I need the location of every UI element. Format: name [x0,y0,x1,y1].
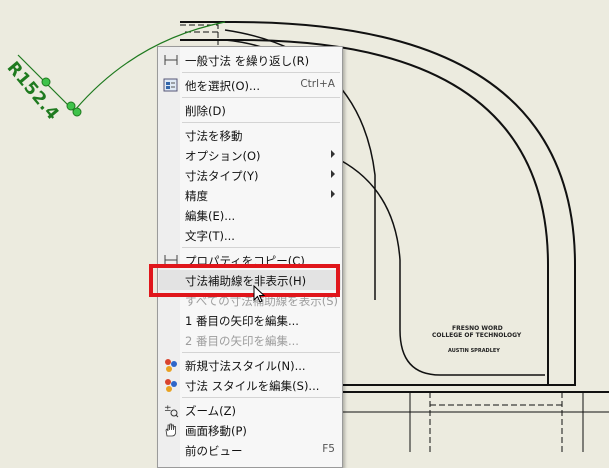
menu-item-delete[interactable]: 削除(D) [159,100,341,120]
menu-item-edit-dimension-style[interactable]: 寸法 スタイルを編集(S)... [159,375,341,395]
select-other-icon [163,77,179,93]
pan-hand-icon [163,422,179,438]
title-block-line3: AUSTIN SPRADLEY [448,348,500,354]
mouse-cursor-icon [253,285,266,303]
menu-item-move-dimension[interactable]: 寸法を移動 [159,125,341,145]
title-block-line2: COLLEGE OF TECHNOLOGY [432,332,522,339]
menu-item-precision[interactable]: 精度 [159,185,341,205]
menu-item-zoom[interactable]: ± ズーム(Z) [159,400,341,420]
menu-item-previous-view[interactable]: 前のビュー F5 [159,440,341,460]
submenu-arrow-icon [331,170,335,178]
title-block-line1: FRESNO WORD [452,325,503,332]
dimension-icon [163,52,179,68]
svg-text:±: ± [164,404,172,414]
menu-item-edit-first-arrow[interactable]: 1 番目の矢印を編集... [159,310,341,330]
submenu-arrow-icon [331,150,335,158]
zoom-icon: ± [163,402,179,418]
menu-item-dimension-type[interactable]: 寸法タイプ(Y) [159,165,341,185]
context-menu: 一般寸法 を繰り返し(R) 他を選択(O)... Ctrl+A 削除(D) 寸法… [157,46,343,468]
annotation-highlight-box [149,264,340,297]
menu-item-pan[interactable]: 画面移動(P) [159,420,341,440]
menu-item-edit[interactable]: 編集(E)... [159,205,341,225]
menu-item-new-dimension-style[interactable]: 新規寸法スタイル(N)... [159,355,341,375]
style-icon [163,377,179,393]
menu-item-edit-second-arrow[interactable]: 2 番目の矢印を編集... [159,330,341,350]
style-icon [163,357,179,373]
menu-item-repeat-dimension[interactable]: 一般寸法 を繰り返し(R) [159,50,341,70]
menu-item-text[interactable]: 文字(T)... [159,225,341,245]
menu-item-select-other[interactable]: 他を選択(O)... Ctrl+A [159,75,341,95]
menu-item-options[interactable]: オプション(O) [159,145,341,165]
submenu-arrow-icon [331,190,335,198]
